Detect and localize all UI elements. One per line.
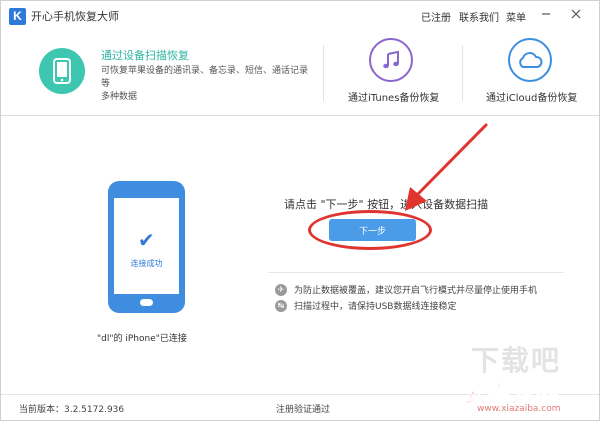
mode-desc-line-1: 可恢复苹果设备的通讯录、备忘录、短信、通话记录等 bbox=[101, 66, 309, 89]
app-window: K 开心手机恢复大师 已注册 联系我们 菜单 通过设备扫描恢复 可恢复苹果设备的… bbox=[0, 0, 600, 421]
close-icon[interactable] bbox=[569, 7, 583, 21]
version-text: 当前版本：3.2.5172.936 bbox=[19, 405, 125, 415]
registered-link[interactable]: 已注册 bbox=[421, 1, 451, 31]
app-logo-icon: K bbox=[9, 7, 26, 25]
device-connected-text: "dl"的 iPhone"已连接 bbox=[97, 334, 187, 344]
usb-icon: ↹ bbox=[275, 299, 287, 312]
mode-desc-line-2: 多种数据 bbox=[101, 92, 138, 102]
tips-divider bbox=[268, 272, 564, 273]
menu-button[interactable]: 菜单 bbox=[506, 1, 526, 31]
app-title: 开心手机恢复大师 bbox=[31, 10, 119, 23]
checkmark-icon: ✔ bbox=[138, 228, 155, 252]
tip-text: 为防止数据被覆盖，建议您开启飞行模式并尽量停止使用手机 bbox=[294, 286, 538, 296]
tip-text: 扫描过程中，请保持USB数据线连接稳定 bbox=[294, 302, 457, 312]
mode-itunes-label: 通过iTunes备份恢复 bbox=[348, 93, 440, 104]
registration-status: 注册验证通过 bbox=[276, 405, 331, 415]
airplane-icon: ✈ bbox=[275, 283, 287, 296]
mode-icloud-label: 通过iCloud备份恢复 bbox=[486, 93, 578, 104]
tip-usb-stable: ↹ 扫描过程中，请保持USB数据线连接稳定 bbox=[275, 299, 456, 312]
watermark-download: 下载吧 bbox=[471, 344, 562, 377]
phone-mode-icon bbox=[39, 48, 85, 94]
mode-device-scan-desc: 可恢复苹果设备的通讯录、备忘录、短信、通话记录等 多种数据 bbox=[101, 65, 316, 104]
minimize-icon[interactable] bbox=[539, 7, 553, 21]
phone-screen: ✔ 连接成功 bbox=[114, 198, 179, 294]
recovery-mode-selector: 通过设备扫描恢复 可恢复苹果设备的通讯录、备忘录、短信、通话记录等 多种数据 通… bbox=[1, 31, 599, 116]
music-note-icon bbox=[369, 38, 413, 82]
tip-airplane-mode: ✈ 为防止数据被覆盖，建议您开启飞行模式并尽量停止使用手机 bbox=[275, 283, 537, 296]
mode-device-scan-title: 通过设备扫描恢复 bbox=[101, 49, 189, 62]
phone-home-button bbox=[140, 299, 153, 306]
connection-status: 连接成功 bbox=[130, 259, 163, 268]
watermark-url: www.xiazaiba.com bbox=[477, 404, 561, 414]
annotation-arrow bbox=[405, 123, 488, 211]
mode-device-scan[interactable]: 通过设备扫描恢复 可恢复苹果设备的通讯录、备忘录、短信、通话记录等 多种数据 bbox=[1, 31, 319, 115]
contact-us-link[interactable]: 联系我们 bbox=[459, 1, 499, 31]
mode-divider bbox=[323, 45, 324, 101]
cloud-icon bbox=[508, 38, 552, 82]
mode-divider bbox=[462, 45, 463, 101]
phone-illustration: ✔ 连接成功 bbox=[108, 181, 185, 313]
